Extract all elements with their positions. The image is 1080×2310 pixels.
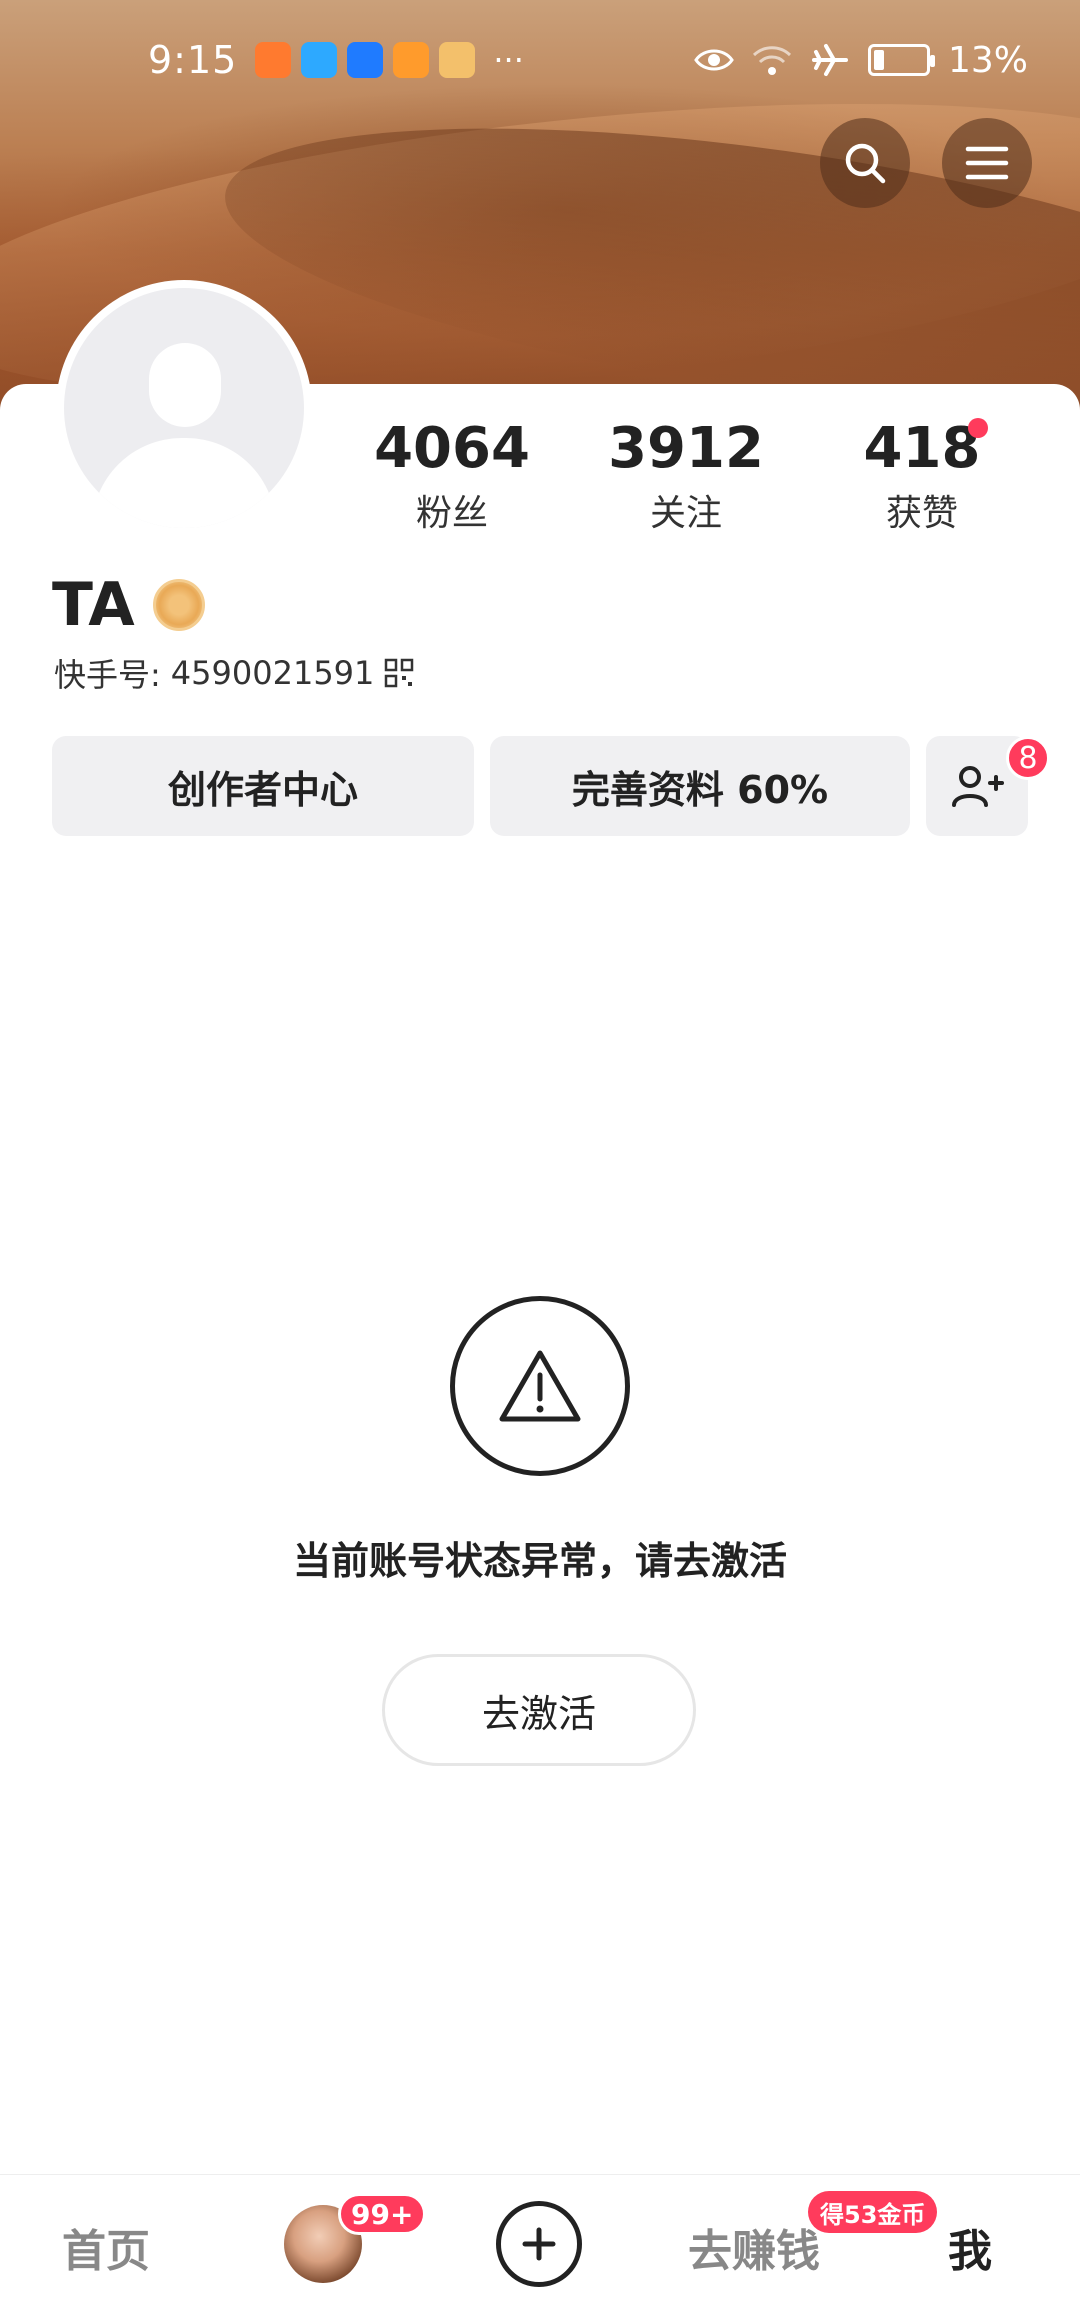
notification-app-icon: [439, 42, 476, 78]
nav-home[interactable]: 首页: [62, 2215, 150, 2279]
eye-icon: [694, 40, 734, 80]
activate-button[interactable]: 去激活: [382, 1654, 696, 1766]
warning-icon: [499, 1350, 581, 1422]
search-button[interactable]: [820, 118, 910, 208]
status-left: 9:15 ···: [148, 38, 524, 82]
add-user-icon: [952, 766, 1004, 807]
kuaishou-id-row[interactable]: 快手号: 4590021591: [54, 650, 414, 696]
following-count: 3912: [608, 416, 764, 481]
status-right: 13%: [694, 40, 1028, 81]
notification-app-icon: [347, 42, 384, 78]
stat-likes[interactable]: 418 获赞: [822, 418, 1022, 536]
menu-button[interactable]: [942, 118, 1032, 208]
stat-following[interactable]: 3912 关注: [586, 418, 786, 536]
kuaishou-id-label: 快手号:: [54, 656, 161, 694]
avatar-body-shape: [92, 438, 276, 528]
airplane-icon: [810, 40, 850, 80]
notification-app-icon: [301, 42, 338, 78]
bottom-nav: 首页 99+ 去赚钱 得53金币 我: [0, 2174, 1080, 2310]
search-icon: [845, 143, 886, 184]
nav-earn[interactable]: 去赚钱: [688, 2215, 820, 2279]
creator-center-button[interactable]: 创作者中心: [52, 736, 474, 836]
medal-badge-icon[interactable]: [152, 579, 205, 631]
warning-circle: [450, 1296, 630, 1476]
status-more: ···: [493, 41, 524, 79]
avatar-head-shape: [149, 343, 221, 427]
earn-badge: 得53金币: [808, 2191, 938, 2233]
status-time: 9:15: [148, 38, 238, 82]
wifi-icon: [752, 40, 792, 80]
fans-label: 粉丝: [415, 492, 488, 534]
profile-name: TA: [52, 570, 135, 640]
avatar-placeholder: [64, 288, 304, 528]
notification-app-icon: [393, 42, 430, 78]
status-bar: 9:15 ··· 13%: [0, 0, 1080, 120]
kuaishou-id-value: 4590021591: [170, 654, 375, 692]
battery-percent: 13%: [947, 39, 1028, 81]
nav-create-button[interactable]: [496, 2201, 582, 2287]
following-label: 关注: [649, 492, 722, 534]
add-friend-badge: 8: [1006, 736, 1050, 780]
name-row: TA: [52, 570, 205, 640]
stat-fans[interactable]: 4064 粉丝: [352, 418, 552, 536]
battery-fill: [873, 50, 885, 70]
account-status-message: 当前账号状态异常，请去激活: [292, 1539, 787, 1583]
messages-badge: 99+: [338, 2193, 427, 2235]
nav-me[interactable]: 我: [948, 2215, 992, 2279]
battery-icon: [867, 44, 935, 76]
fans-count: 4064: [374, 416, 530, 481]
qrcode-icon[interactable]: [384, 658, 414, 688]
notification-app-icon: [255, 42, 292, 78]
complete-profile-button[interactable]: 完善资料 60%: [490, 736, 910, 836]
plus-icon: [522, 2227, 556, 2261]
likes-red-dot: [968, 418, 988, 438]
likes-count: 418: [863, 416, 981, 481]
avatar[interactable]: [56, 280, 312, 536]
likes-label: 获赞: [885, 492, 958, 534]
menu-icon: [965, 146, 1009, 180]
